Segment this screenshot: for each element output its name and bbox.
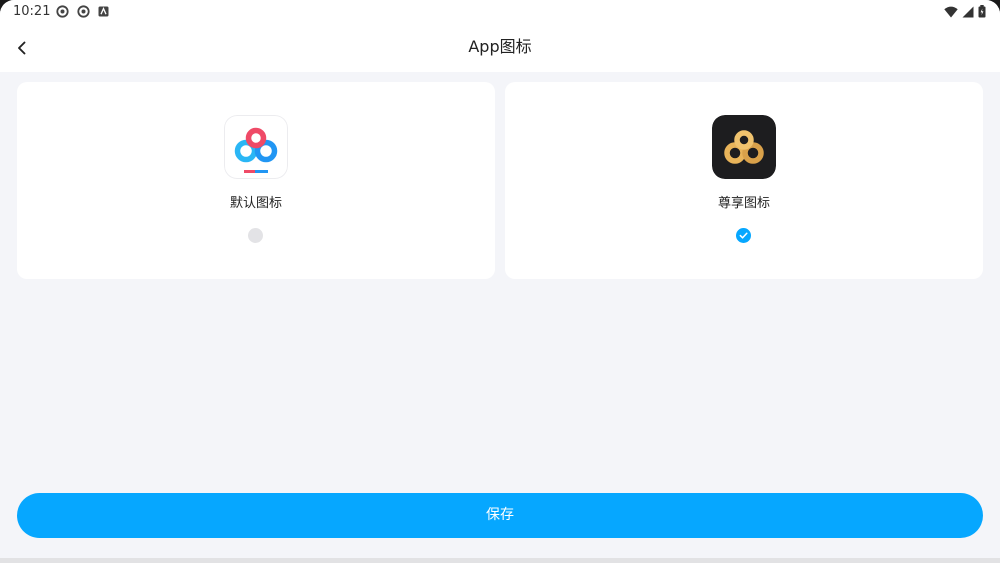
app-icon-settings-screen: 10:21 App图标 默认图标 尊享图标 保存 (0, 0, 1000, 563)
battery-icon (978, 5, 986, 18)
option-default-icon[interactable]: 默认图标 (17, 82, 495, 279)
radio-selected[interactable] (736, 228, 751, 243)
bottom-divider (0, 558, 1000, 563)
status-time: 10:21 (13, 4, 51, 19)
chevron-left-icon (18, 41, 26, 55)
back-button[interactable] (8, 34, 36, 62)
check-icon (739, 232, 748, 239)
store-notification-icon (98, 6, 109, 17)
option-label: 默认图标 (229, 196, 282, 211)
status-system-icons (944, 5, 986, 18)
app-notification-icon (56, 5, 69, 18)
app-notification-icon (77, 5, 90, 18)
wifi-icon (944, 6, 958, 18)
save-button[interactable]: 保存 (17, 493, 983, 538)
baidu-netdisk-default-icon (224, 115, 288, 179)
baidu-netdisk-premium-icon (712, 115, 776, 179)
cellular-signal-icon (962, 6, 974, 18)
status-bar: 10:21 (0, 0, 1000, 24)
option-label: 尊享图标 (717, 196, 770, 211)
status-notification-icons (56, 5, 109, 18)
radio-unselected[interactable] (248, 228, 263, 243)
page-title: App图标 (468, 37, 532, 56)
option-premium-icon[interactable]: 尊享图标 (505, 82, 983, 279)
header-bar: App图标 (0, 24, 1000, 72)
